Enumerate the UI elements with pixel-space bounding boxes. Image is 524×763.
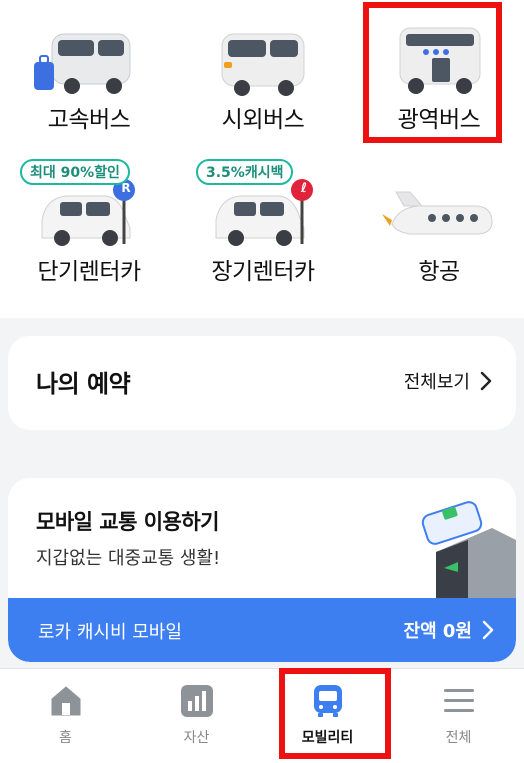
service-label: 장기렌터카 bbox=[211, 259, 315, 285]
mobile-transit-card[interactable]: 모바일 교통 이용하기 지갑없는 대중교통 생활! 로카 캐시비 모바일 잔액 … bbox=[8, 478, 516, 662]
view-all-link[interactable]: 전체보기 bbox=[404, 368, 492, 394]
highlight-mobility bbox=[279, 668, 391, 759]
service-label: 단기렌터카 bbox=[37, 259, 141, 285]
chevron-right-icon bbox=[482, 620, 494, 640]
mobile-transit-title: 모바일 교통 이용하기 bbox=[36, 510, 220, 534]
express-bus-icon bbox=[34, 33, 131, 94]
menu-icon bbox=[444, 689, 474, 712]
bottom-nav: 홈 자산 모빌리티 전체 bbox=[0, 668, 524, 763]
short-term-rental-car-icon bbox=[41, 179, 135, 246]
transit-balance: 잔액 0원 bbox=[404, 617, 494, 643]
nav-item-assets[interactable]: 자산 bbox=[131, 669, 262, 763]
promo-badge: 최대 90%할인 bbox=[20, 159, 130, 185]
chevron-right-icon bbox=[480, 371, 492, 391]
nav-item-all[interactable]: 전체 bbox=[393, 669, 524, 763]
service-express-bus[interactable]: 고속버스 bbox=[2, 0, 176, 150]
transit-card-bar[interactable]: 로카 캐시비 모바일 잔액 0원 bbox=[8, 598, 516, 662]
intercity-bus-icon bbox=[221, 33, 305, 96]
home-icon bbox=[51, 686, 81, 716]
balance-label: 잔액 0원 bbox=[403, 621, 472, 642]
service-airline[interactable]: 항공 bbox=[352, 152, 524, 302]
nav-item-home[interactable]: 홈 bbox=[0, 669, 131, 763]
promo-badge: 3.5%캐시백 bbox=[196, 159, 294, 185]
long-rental-marker: ℓ bbox=[300, 181, 308, 196]
reservations-card[interactable]: 나의 예약 전체보기 bbox=[8, 336, 516, 430]
view-all-label: 전체보기 bbox=[403, 372, 470, 393]
service-label: 시외버스 bbox=[221, 107, 305, 133]
long-term-rental-car-icon bbox=[215, 179, 313, 246]
nav-label: 전체 bbox=[445, 730, 472, 746]
nav-label: 홈 bbox=[59, 730, 72, 746]
service-intercity-bus[interactable]: 시외버스 bbox=[176, 0, 350, 150]
service-label: 고속버스 bbox=[47, 107, 131, 133]
asset-chart-icon bbox=[181, 685, 213, 717]
services-grid: 고속버스 시외버스 광역버스 R 최대 90%할인 단기렌터카 ℓ 3.5%캐시… bbox=[0, 0, 524, 318]
mobile-transit-subtitle: 지갑없는 대중교통 생활! bbox=[36, 548, 221, 569]
service-short-term-rental[interactable]: R 최대 90%할인 단기렌터카 bbox=[2, 152, 176, 302]
service-long-term-rental[interactable]: ℓ 3.5%캐시백 장기렌터카 bbox=[176, 152, 350, 302]
nav-label: 자산 bbox=[183, 730, 210, 746]
transit-card-name: 로카 캐시비 모바일 bbox=[38, 622, 182, 643]
reservations-title: 나의 예약 bbox=[36, 370, 131, 398]
service-label: 항공 bbox=[418, 259, 460, 285]
transit-gate-icon bbox=[421, 501, 516, 600]
airplane-icon bbox=[382, 191, 493, 235]
highlight-metropolitan-bus bbox=[363, 2, 502, 143]
